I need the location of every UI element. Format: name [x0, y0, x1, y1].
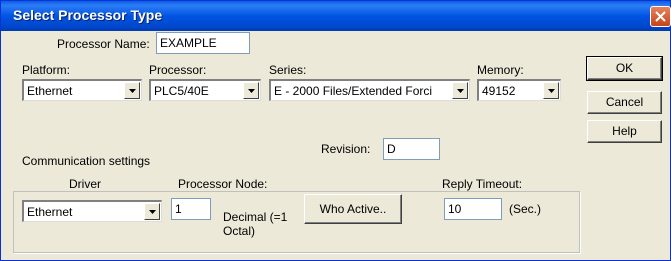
processor-name-field[interactable]: EXAMPLE — [156, 32, 250, 54]
processor-node-field[interactable]: 1 — [171, 198, 211, 220]
window-title: Select Processor Type — [13, 7, 163, 23]
processor-value: PLC5/40E — [154, 84, 209, 98]
memory-value: 49152 — [482, 84, 516, 98]
processor-select[interactable]: PLC5/40E — [149, 79, 261, 101]
platform-value: Ethernet — [27, 84, 73, 98]
title-bar[interactable]: Select Processor Type — [1, 1, 671, 31]
driver-label: Driver — [69, 177, 101, 191]
reply-timeout-field[interactable]: 10 — [444, 198, 502, 220]
help-button[interactable]: Help — [587, 120, 662, 143]
processor-name-label: Processor Name: — [57, 37, 150, 51]
communication-settings-label: Communication settings — [20, 154, 153, 168]
cancel-button[interactable]: Cancel — [587, 91, 662, 114]
select-processor-dialog: Select Processor Type Processor Name: EX… — [0, 0, 671, 261]
series-label: Series: — [269, 63, 307, 77]
revision-label: Revision: — [321, 142, 371, 156]
platform-select[interactable]: Ethernet — [22, 79, 142, 101]
processor-node-label: Processor Node: — [178, 177, 268, 191]
platform-label: Platform: — [22, 63, 71, 77]
driver-select[interactable]: Ethernet — [22, 200, 162, 222]
close-button[interactable] — [650, 6, 671, 27]
reply-timeout-label: Reply Timeout: — [442, 177, 523, 191]
platform-dropdown-button[interactable] — [124, 82, 140, 99]
series-value: E - 2000 Files/Extended Forci — [274, 84, 433, 98]
series-dropdown-button[interactable] — [452, 82, 468, 99]
reply-timeout-unit: (Sec.) — [509, 202, 542, 216]
memory-dropdown-button[interactable] — [543, 82, 559, 99]
ok-button[interactable]: OK — [586, 56, 663, 81]
driver-value: Ethernet — [27, 205, 73, 219]
processor-node-note: Decimal (=1 Octal) — [223, 210, 288, 238]
driver-dropdown-button[interactable] — [144, 203, 160, 220]
who-active-button[interactable]: Who Active.. — [304, 194, 402, 224]
processor-dropdown-button[interactable] — [243, 82, 259, 99]
series-select[interactable]: E - 2000 Files/Extended Forci — [269, 79, 470, 101]
processor-label: Processor: — [149, 63, 207, 77]
memory-select[interactable]: 49152 — [477, 79, 561, 101]
revision-field[interactable]: D — [383, 138, 440, 160]
memory-label: Memory: — [477, 63, 524, 77]
